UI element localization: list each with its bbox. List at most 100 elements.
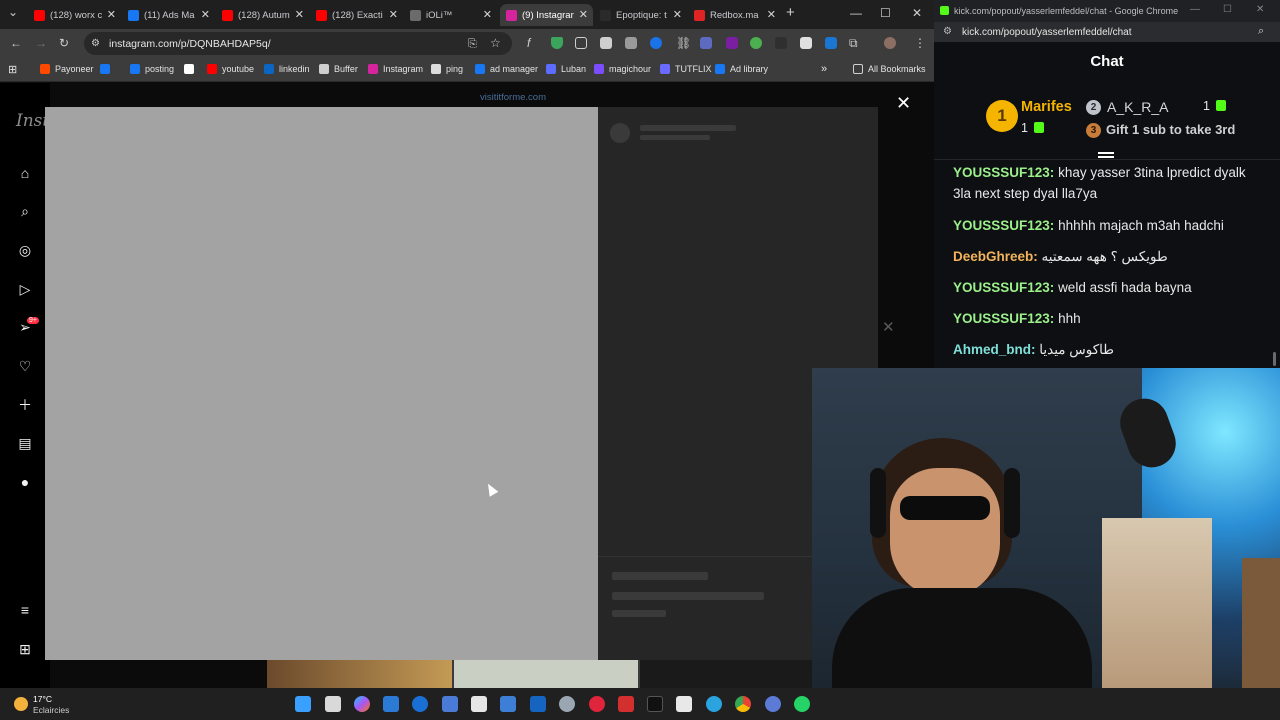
dashboard-icon[interactable]: ▤ (17, 435, 33, 451)
address-bar[interactable]: ⚙ instagram.com/p/DQNBAHDAP5q/ ⎘ ☆ (84, 32, 512, 55)
close-window-icon[interactable]: ✕ (912, 6, 922, 20)
explore-icon[interactable]: ◎ (17, 242, 33, 258)
browser-tab[interactable]: Redbox.ma ✕ (688, 4, 781, 26)
tiktok-icon[interactable] (647, 696, 663, 712)
maximize-icon[interactable]: ☐ (880, 6, 891, 20)
maximize-icon[interactable]: ☐ (1223, 4, 1232, 15)
home-icon[interactable]: ⌂ (17, 165, 33, 181)
telegram-icon[interactable] (706, 696, 722, 712)
close-tab-icon[interactable]: ✕ (295, 8, 304, 21)
all-bookmarks-folder[interactable]: All Bookmarks (853, 64, 926, 74)
outlook-icon[interactable] (530, 696, 546, 712)
minimize-icon[interactable]: — (1190, 4, 1200, 15)
bookmark-item[interactable]: Instagram (368, 64, 423, 74)
minimize-icon[interactable]: — (850, 6, 862, 20)
search-icon[interactable]: ⌕ (17, 203, 33, 219)
create-icon[interactable]: ＋ (17, 397, 33, 413)
collapse-handle-icon[interactable] (1098, 152, 1114, 154)
thumbnail[interactable] (640, 660, 812, 688)
overlay-link[interactable]: visititforme.com (480, 92, 546, 103)
leader-second-name[interactable]: A_K_R_A (1107, 99, 1168, 115)
start-button-icon[interactable] (295, 696, 311, 712)
purple-extension-icon[interactable] (726, 37, 738, 49)
close-tab-icon[interactable]: ✕ (483, 8, 492, 21)
bookmark-item[interactable]: Luban (546, 64, 586, 74)
chat-username[interactable]: DeebGhreeb: (953, 249, 1038, 264)
copilot-icon[interactable] (354, 696, 370, 712)
chrome-icon[interactable] (735, 696, 751, 712)
reload-icon[interactable]: ↻ (59, 36, 69, 50)
profile-avatar-icon[interactable] (884, 37, 896, 49)
forward-icon[interactable]: → (35, 36, 47, 50)
extensions-icon[interactable]: ⧉ (849, 36, 858, 50)
thumbnail[interactable] (454, 660, 638, 688)
tab-search-icon[interactable]: ⌄ (8, 5, 18, 19)
chat-username[interactable]: Ahmed_bnd: (953, 342, 1036, 357)
notifications-heart-icon[interactable]: ♡ (17, 358, 33, 374)
browser-tab[interactable]: (11) Ads Ma ✕ (122, 4, 215, 26)
chat-username[interactable]: YOUSSSUF123: (953, 165, 1054, 180)
close-tab-icon[interactable]: ✕ (389, 8, 398, 21)
app-blue-icon[interactable] (412, 696, 428, 712)
bookmark-item[interactable]: ping (431, 64, 463, 74)
shield-extension-icon[interactable] (551, 37, 563, 49)
leader-third-prompt[interactable]: Gift 1 sub to take 3rd (1106, 122, 1235, 137)
app-white-icon[interactable] (471, 696, 487, 712)
whatsapp-icon[interactable] (794, 696, 810, 712)
more-bookmarks-icon[interactable]: » (821, 63, 827, 75)
close-window-icon[interactable]: ✕ (1256, 4, 1264, 15)
screen-extension-icon[interactable] (575, 37, 587, 49)
chat-scrollbar[interactable] (1273, 352, 1276, 366)
chat-username[interactable]: YOUSSSUF123: (953, 280, 1054, 295)
puzzle-extension-icon[interactable] (700, 37, 712, 49)
task-view-icon[interactable] (325, 696, 341, 712)
secondary-close-icon[interactable]: ✕ (882, 318, 895, 336)
browser-tab[interactable]: iOLi™ ✕ (404, 4, 497, 26)
weather-temp[interactable]: 17°C (33, 694, 52, 704)
bookmark-item[interactable]: ad manager (475, 64, 538, 74)
new-tab-button[interactable]: + (786, 4, 795, 21)
settings-icon[interactable] (559, 696, 575, 712)
close-tab-icon[interactable]: ✕ (201, 8, 210, 21)
weather-desc[interactable]: Eclaircies (33, 705, 69, 715)
browser-tab[interactable]: (9) Instagrar ✕ (500, 4, 593, 26)
close-tab-icon[interactable]: ✕ (767, 8, 776, 21)
browser-tab[interactable]: (128) Exacti ✕ (310, 4, 403, 26)
bookmark-item[interactable]: Buffer (319, 64, 358, 74)
thumbnail[interactable] (267, 660, 452, 688)
app-mc-icon[interactable] (442, 696, 458, 712)
chat-username[interactable]: YOUSSSUF123: (953, 218, 1054, 233)
opera-icon[interactable] (589, 696, 605, 712)
bookmark-item[interactable]: magichour (594, 64, 651, 74)
popout-address-bar[interactable]: ⚙ kick.com/popout/yasserlemfeddel/chat ⌕ (934, 22, 1280, 42)
bookmark-item[interactable]: posting (130, 64, 174, 74)
link-extension-icon[interactable]: ⛓ (676, 36, 691, 50)
grid-extension-icon[interactable] (625, 37, 637, 49)
leader-first-name[interactable]: Marifes (1021, 99, 1072, 115)
bookmark-item[interactable]: TUTFLIX (660, 64, 712, 74)
green-extension-icon[interactable] (750, 37, 762, 49)
bookmark-star-icon[interactable]: ☆ (490, 36, 501, 50)
blue-extension-icon[interactable] (650, 37, 662, 49)
close-tab-icon[interactable]: ✕ (107, 8, 116, 21)
app-store-icon[interactable] (500, 696, 516, 712)
profile-avatar-icon[interactable]: ● (17, 474, 33, 490)
zoom-icon[interactable]: ⌕ (1258, 25, 1264, 38)
app-red-icon[interactable] (618, 696, 634, 712)
bookmark-item[interactable]: linkedin (264, 64, 310, 74)
modal-close-icon[interactable]: ✕ (896, 93, 911, 114)
site-info-icon[interactable]: ⚙ (91, 37, 100, 51)
also-from-meta-icon[interactable]: ⊞ (17, 641, 33, 657)
bookmark-item[interactable]: Ad library (715, 64, 768, 74)
edit-extension-icon[interactable] (800, 37, 812, 49)
browser-tab[interactable]: (128) Autum ✕ (216, 4, 309, 26)
bookmark-item[interactable] (184, 64, 199, 74)
bookmark-item[interactable]: youtube (207, 64, 254, 74)
app-doc-icon[interactable] (676, 696, 692, 712)
install-app-icon[interactable]: ⎘ (468, 37, 477, 51)
bookmark-item[interactable] (100, 64, 115, 74)
apps-icon[interactable]: ⊞ (8, 63, 17, 76)
app-qb-icon[interactable] (765, 696, 781, 712)
font-extension-icon[interactable]: f (527, 36, 530, 50)
chrome-menu-icon[interactable]: ⋮ (914, 36, 926, 50)
